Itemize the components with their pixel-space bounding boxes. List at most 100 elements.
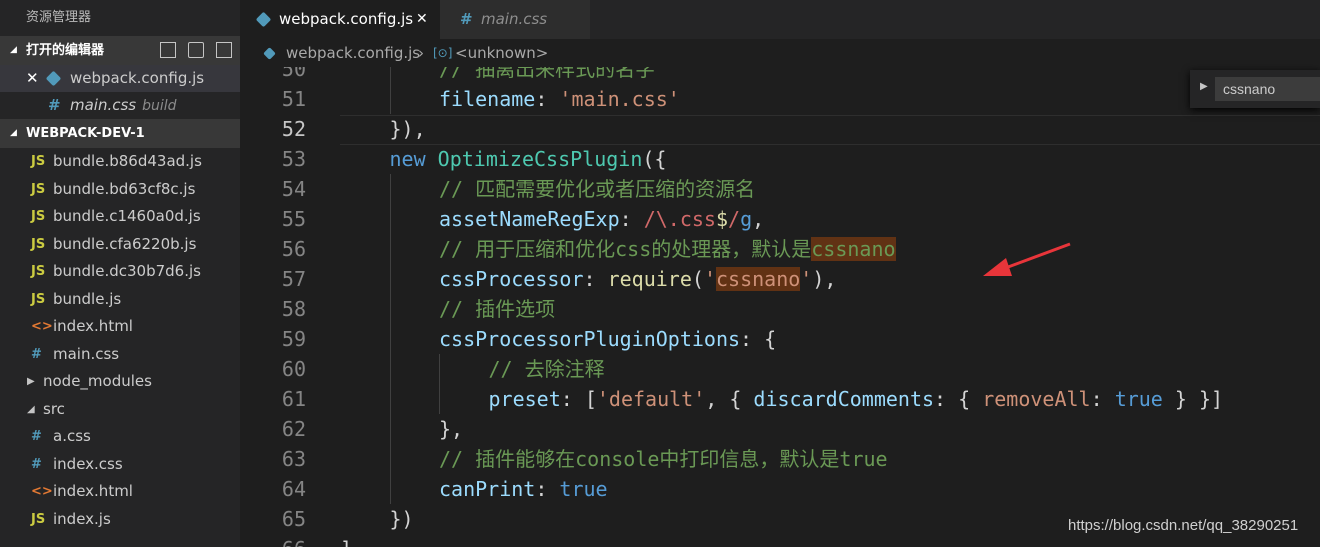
code-token: , {	[705, 387, 754, 411]
css-file-icon: #	[31, 429, 42, 444]
breadcrumb-file[interactable]: webpack.config.js	[286, 39, 420, 67]
file-tree-item[interactable]: JS bundle.b86d43ad.js	[0, 148, 240, 176]
code-line[interactable]: // 用于压缩和优化css的处理器，默认是cssnano	[439, 234, 896, 264]
line-number: 62	[281, 417, 306, 441]
file-tree-item[interactable]: # main.css	[0, 341, 240, 369]
tab-bar: webpack.config.js ✕ # main.css	[240, 0, 1320, 39]
code-token: (	[691, 267, 704, 291]
code-line[interactable]: },	[439, 414, 463, 444]
file-tree-item-label: bundle.c1460a0d.js	[53, 207, 201, 225]
current-line-highlight	[340, 115, 1320, 145]
code-token: discardComments	[753, 387, 935, 411]
line-number: 59	[281, 327, 306, 351]
line-number: 53	[281, 147, 306, 171]
indent-guide	[389, 294, 391, 324]
line-number: 66	[240, 534, 306, 547]
file-tree-item[interactable]: JS bundle.js	[0, 286, 240, 314]
code-token: :	[535, 477, 560, 501]
code-token: :	[1090, 387, 1115, 411]
file-tree-item[interactable]: JS bundle.bd63cf8c.js	[0, 176, 240, 204]
code-token: ]	[340, 537, 352, 547]
line-number: 54	[281, 177, 306, 201]
code-token: ,	[752, 207, 765, 231]
find-input[interactable]: cssnano	[1215, 77, 1320, 101]
file-tree-item[interactable]: JS bundle.dc30b7d6.js	[0, 258, 240, 286]
file-tree-item-label: index.html	[53, 482, 133, 500]
file-tree-item-label: src	[43, 399, 65, 418]
file-tree-item[interactable]: ◢ src	[0, 396, 240, 424]
code-line[interactable]: cssProcessorPluginOptions: {	[439, 324, 776, 354]
project-section[interactable]: ◢ WEBPACK-DEV-1	[0, 119, 240, 148]
indent-guide	[389, 324, 391, 354]
tab-main-css[interactable]: # main.css	[440, 0, 590, 39]
code-line[interactable]: })	[390, 504, 414, 534]
chevron-down-icon: ◢	[10, 128, 17, 138]
code-line[interactable]: preset: ['default', { discardComments: {…	[489, 384, 1224, 414]
open-editor-main-css[interactable]: # main.css build	[0, 92, 240, 119]
code-token: 'default'	[596, 387, 706, 411]
file-tree: JS bundle.b86d43ad.js JS bundle.bd63cf8c.js…	[0, 148, 240, 533]
code-line[interactable]: // 匹配需要优化或者压缩的资源名	[439, 174, 755, 204]
indent-guide	[389, 264, 391, 294]
open-editor-name: webpack.config.js	[70, 69, 205, 87]
code-token: ({	[642, 147, 667, 171]
webpack-cube-icon	[255, 0, 272, 39]
code-token: // 插件选项	[439, 297, 556, 321]
file-tree-item[interactable]: JS bundle.c1460a0d.js	[0, 203, 240, 231]
code-token: ),	[812, 267, 837, 291]
file-tree-item-label: index.html	[53, 317, 133, 335]
file-tree-item-label: bundle.js	[53, 289, 122, 308]
code-token: assetNameRegExp	[439, 207, 620, 231]
indent-guide	[389, 174, 391, 204]
code-line[interactable]: // 插件能够在console中打印信息，默认是true	[439, 444, 888, 474]
code-line[interactable]: cssProcessor: require('cssnano'),	[439, 264, 836, 294]
code-editor[interactable]: 50 // 抽离出来样式的名字 51 filename: 'main.css' 52})…	[240, 67, 1320, 547]
indent-guide	[389, 474, 391, 504]
file-tree-item-label: bundle.b86d43ad.js	[53, 152, 202, 170]
file-tree-item[interactable]: JS index.js	[0, 506, 240, 534]
code-line[interactable]: new OptimizeCssPlugin({	[390, 144, 667, 174]
code-line[interactable]: // 抽离出来样式的名字	[439, 67, 655, 84]
js-file-icon: JS	[31, 511, 46, 527]
code-token: cssnano	[811, 237, 896, 261]
css-file-icon: #	[460, 10, 473, 28]
line-number: 63	[281, 447, 306, 471]
tab-webpack-config[interactable]: webpack.config.js ✕	[240, 0, 440, 39]
code-line[interactable]: // 插件选项	[439, 294, 555, 324]
file-tree-item[interactable]: # a.css	[0, 423, 240, 451]
code-line[interactable]: // 去除注释	[489, 354, 605, 384]
tab-label: webpack.config.js	[279, 10, 414, 28]
new-untitled-file-icon[interactable]	[160, 42, 176, 58]
js-file-icon: JS	[31, 154, 46, 169]
indent-guide	[389, 414, 391, 444]
close-all-icon[interactable]	[216, 42, 232, 58]
save-all-icon[interactable]	[188, 42, 204, 58]
code-line[interactable]: canPrint: true	[439, 474, 608, 504]
code-token: // 去除注释	[488, 357, 605, 381]
code-line[interactable]: filename: 'main.css'	[439, 84, 680, 114]
file-tree-item[interactable]: JS bundle.cfa6220b.js	[0, 231, 240, 259]
chevron-right-icon[interactable]: ▶	[1200, 81, 1208, 92]
code-token: } }]	[1162, 387, 1224, 411]
file-tree-item[interactable]: <> index.html	[0, 478, 240, 506]
code-token: canPrint	[439, 477, 536, 501]
file-tree-item[interactable]: <> index.html	[0, 313, 240, 341]
code-token: // 插件能够在console中打印信息，默认是true	[439, 447, 888, 471]
file-tree-item[interactable]: # index.css	[0, 451, 240, 479]
code-token: 'main.css'	[559, 87, 680, 111]
symbol-icon: [⊙]	[433, 46, 453, 60]
open-editors-section[interactable]: ◢ 打开的编辑器	[0, 36, 240, 65]
code-line[interactable]: assetNameRegExp: /\.css$/g,	[439, 204, 764, 234]
file-tree-item[interactable]: ▶ node_modules	[0, 368, 240, 396]
close-icon[interactable]: ✕	[416, 0, 428, 38]
code-token: cssProcessor	[439, 267, 584, 291]
css-file-icon: #	[31, 456, 42, 472]
chevron-down-icon: ◢	[10, 45, 17, 55]
open-editor-webpack-config[interactable]: ✕ webpack.config.js	[0, 65, 240, 92]
indent-guide	[389, 354, 391, 384]
close-icon[interactable]: ✕	[26, 65, 39, 92]
code-line[interactable]: }),	[390, 114, 426, 144]
breadcrumb-symbol[interactable]: <unknown>	[455, 39, 548, 67]
code-line[interactable]: ]	[340, 534, 352, 547]
file-tree-item-label: bundle.bd63cf8c.js	[53, 179, 196, 198]
